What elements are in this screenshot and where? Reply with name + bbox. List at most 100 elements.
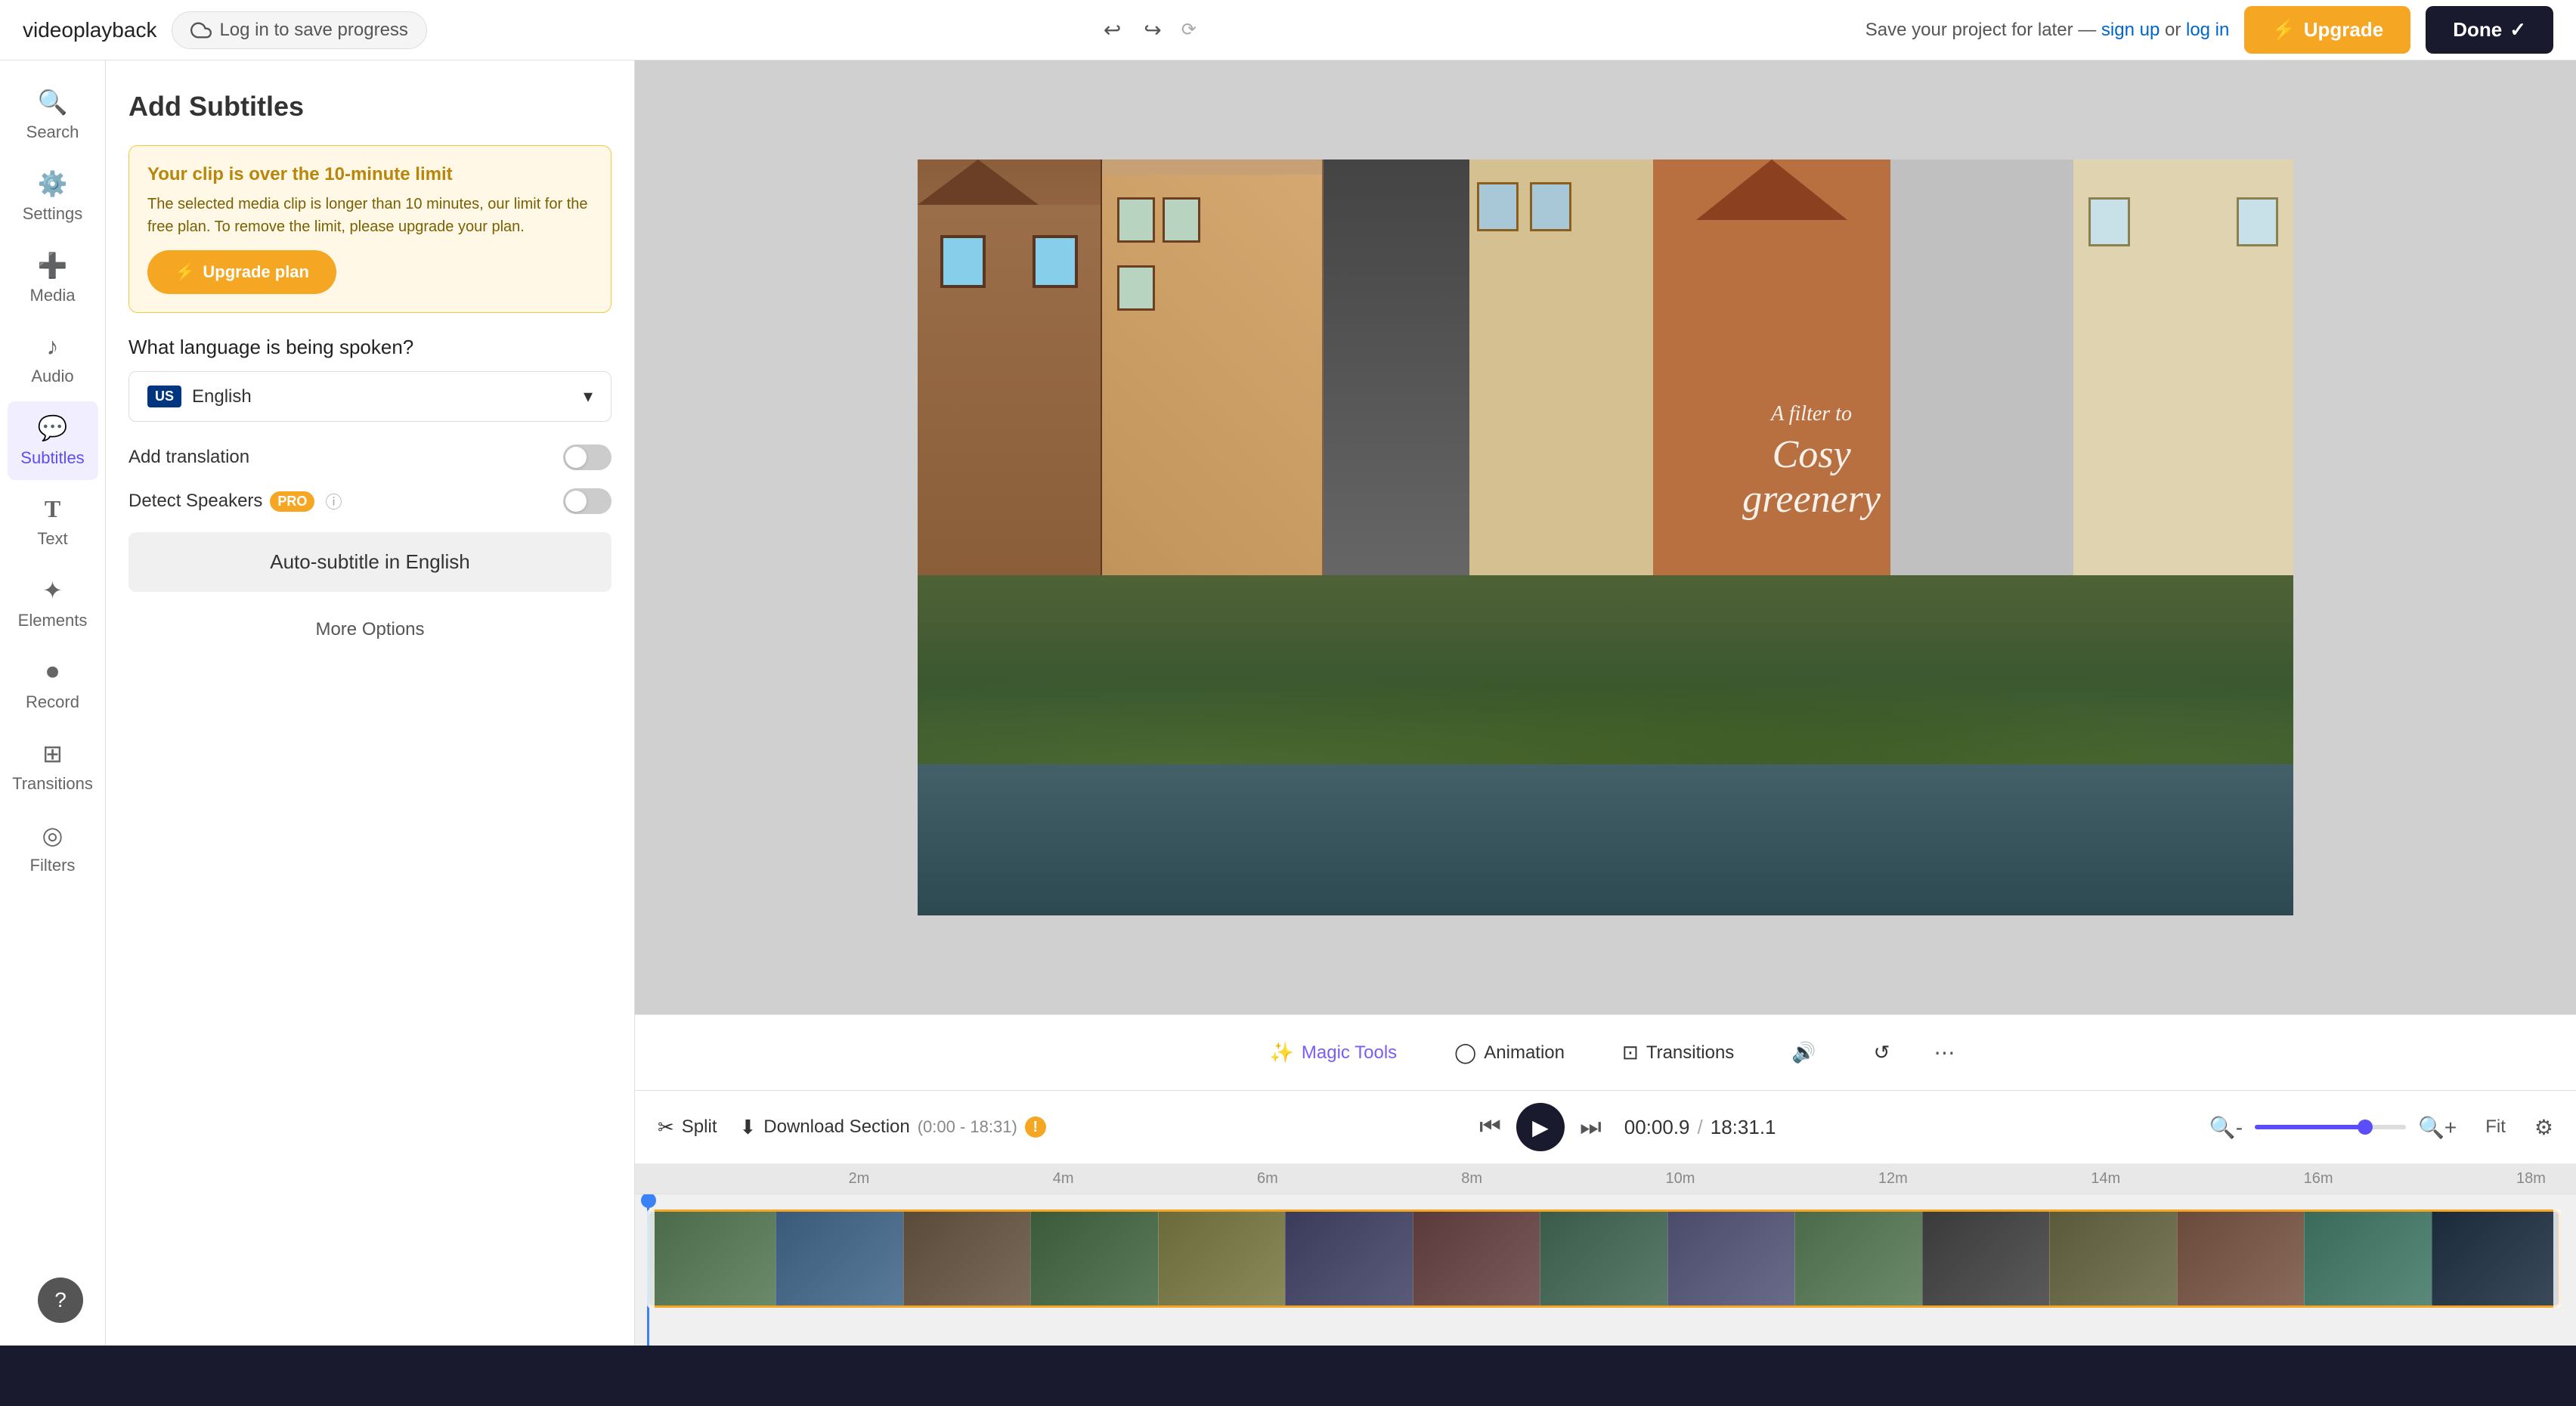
audio-eq-button[interactable]: ↺: [1853, 1030, 1912, 1075]
sidebar-item-media[interactable]: ➕ Media: [8, 239, 98, 317]
zoom-out-button[interactable]: 🔍-: [2209, 1115, 2243, 1140]
window-5: [1117, 265, 1155, 311]
trees: [918, 643, 2293, 764]
detect-speakers-row: Detect Speakers PRO ⓘ: [128, 488, 611, 514]
undo-redo-group: ↩ ↪: [1096, 10, 1169, 50]
split-control[interactable]: ✂ Split: [658, 1116, 717, 1139]
done-button[interactable]: Done ✓: [2426, 6, 2553, 54]
download-control[interactable]: ⬇ Download Section (0:00 - 18:31) !: [739, 1116, 1045, 1139]
save-progress-btn[interactable]: Log in to save progress: [172, 11, 426, 49]
window-8: [2088, 197, 2130, 246]
transitions-icon: ⊞: [42, 739, 63, 768]
settings-icon-timeline[interactable]: ⚙: [2534, 1115, 2553, 1140]
window-1: [940, 235, 986, 288]
window-2: [1033, 235, 1078, 288]
transitions-icon-toolbar: ⊡: [1622, 1041, 1639, 1064]
topbar-center: ↩ ↪ ⟳: [442, 10, 1850, 50]
window-4: [1163, 197, 1200, 243]
detect-speakers-toggle[interactable]: [563, 488, 611, 514]
skip-forward-button[interactable]: ⏭: [1580, 1113, 1602, 1141]
skip-back-button[interactable]: ⏮: [1479, 1113, 1501, 1141]
clip-handle-right[interactable]: [2553, 1209, 2561, 1308]
thumb-9: [1667, 1212, 1794, 1305]
building-1: [918, 159, 1102, 575]
ruler-marks: 2m 4m 6m 8m 10m 12m 14m 16m 18m: [650, 1170, 2561, 1188]
building-7-wall: [2073, 159, 2293, 575]
left-sidebar: 🔍 Search ⚙️ Settings ➕ Media ♪ Audio 💬 S…: [0, 60, 106, 1346]
sidebar-item-transitions[interactable]: ⊞ Transitions: [8, 727, 98, 806]
building-4: [1469, 159, 1652, 575]
ruler-mark-2m: 2m: [848, 1170, 869, 1188]
building-2: [1102, 159, 1324, 575]
main-layout: 🔍 Search ⚙️ Settings ➕ Media ♪ Audio 💬 S…: [0, 60, 2576, 1346]
window-7: [1530, 182, 1571, 231]
roof-5: [1696, 159, 1847, 220]
sidebar-item-elements[interactable]: ✦ Elements: [8, 564, 98, 643]
window-6: [1477, 182, 1519, 231]
sidebar-item-record[interactable]: ⏺ Record: [8, 646, 98, 724]
magic-icon: ✨: [1270, 1041, 1294, 1064]
sidebar-item-audio[interactable]: ♪ Audio: [8, 321, 98, 398]
sidebar-item-search[interactable]: 🔍 Search: [8, 76, 98, 154]
panel-title: Add Subtitles: [128, 91, 611, 122]
magic-tools-button[interactable]: ✨ Magic Tools: [1249, 1030, 1419, 1075]
toggle-knob: [565, 447, 587, 468]
fit-button[interactable]: Fit: [2479, 1110, 2512, 1144]
clip-handle-left[interactable]: [647, 1209, 655, 1308]
timeline-zoom: 🔍- 🔍+: [2209, 1115, 2457, 1140]
filters-icon: ◎: [42, 821, 63, 850]
clip-thumbnails: [649, 1212, 2559, 1305]
sign-up-link[interactable]: sign up: [2101, 20, 2160, 40]
pro-badge: PRO: [270, 491, 314, 512]
thumb-13: [2177, 1212, 2304, 1305]
more-options-dots[interactable]: ⋯: [1926, 1035, 1962, 1071]
add-translation-toggle[interactable]: [563, 444, 611, 470]
transitions-button[interactable]: ⊡ Transitions: [1601, 1030, 1755, 1075]
download-icon: ⬇: [739, 1116, 756, 1139]
volume-button[interactable]: 🔊: [1770, 1030, 1837, 1075]
info-icon: ⓘ: [325, 489, 342, 513]
log-in-link[interactable]: log in: [2186, 20, 2229, 40]
video-overlay: A filter to Cosy greenery: [1742, 402, 1881, 522]
auto-subtitle-button[interactable]: Auto-subtitle in English: [128, 532, 611, 592]
playhead-head: [641, 1194, 656, 1208]
chevron-down-icon: ▾: [584, 386, 593, 407]
zoom-in-button[interactable]: 🔍+: [2418, 1115, 2457, 1140]
sidebar-item-text[interactable]: T Text: [8, 483, 98, 561]
thumb-2: [776, 1212, 903, 1305]
thumb-8: [1540, 1212, 1667, 1305]
upgrade-plan-button[interactable]: ⚡ Upgrade plan: [147, 250, 336, 294]
flag-badge: US: [147, 386, 181, 407]
save-progress-label: Log in to save progress: [219, 20, 407, 41]
undo-button[interactable]: ↩: [1096, 10, 1129, 50]
settings-icon: ⚙️: [38, 169, 68, 198]
ruler-mark-16m: 16m: [2304, 1170, 2333, 1188]
track-content: [642, 1194, 2568, 1346]
timeline-controls: ✂ Split ⬇ Download Section (0:00 - 18:31…: [635, 1091, 2576, 1164]
ruler-mark-18m: 18m: [2516, 1170, 2546, 1188]
language-dropdown[interactable]: US English ▾: [128, 371, 611, 422]
play-button[interactable]: ▶: [1516, 1103, 1565, 1151]
search-icon: 🔍: [38, 88, 68, 116]
thumb-11: [1922, 1212, 2049, 1305]
animation-button[interactable]: ◯ Animation: [1433, 1030, 1586, 1075]
cloud-icon: [190, 20, 212, 41]
redo-button[interactable]: ↪: [1136, 10, 1169, 50]
record-icon: ⏺: [46, 658, 58, 686]
save-info: Save your project for later — sign up or…: [1865, 20, 2230, 41]
subtitles-icon: 💬: [38, 413, 68, 442]
sidebar-item-filters[interactable]: ◎ Filters: [8, 809, 98, 887]
more-options-button[interactable]: More Options: [128, 607, 611, 652]
audio-icon: ♪: [47, 333, 59, 361]
sidebar-item-subtitles[interactable]: 💬 Subtitles: [8, 401, 98, 480]
timeline-ruler: 2m 4m 6m 8m 10m 12m 14m 16m 18m: [635, 1164, 2576, 1194]
add-translation-label: Add translation: [128, 447, 249, 468]
video-clip[interactable]: [647, 1209, 2561, 1308]
upgrade-button[interactable]: ⚡ Upgrade: [2244, 6, 2410, 54]
zoom-slider[interactable]: [2255, 1125, 2406, 1129]
thumb-10: [1794, 1212, 1921, 1305]
ruler-mark-4m: 4m: [1053, 1170, 1074, 1188]
media-icon: ➕: [38, 251, 68, 280]
help-button[interactable]: ?: [38, 1277, 83, 1323]
sidebar-item-settings[interactable]: ⚙️ Settings: [8, 157, 98, 236]
